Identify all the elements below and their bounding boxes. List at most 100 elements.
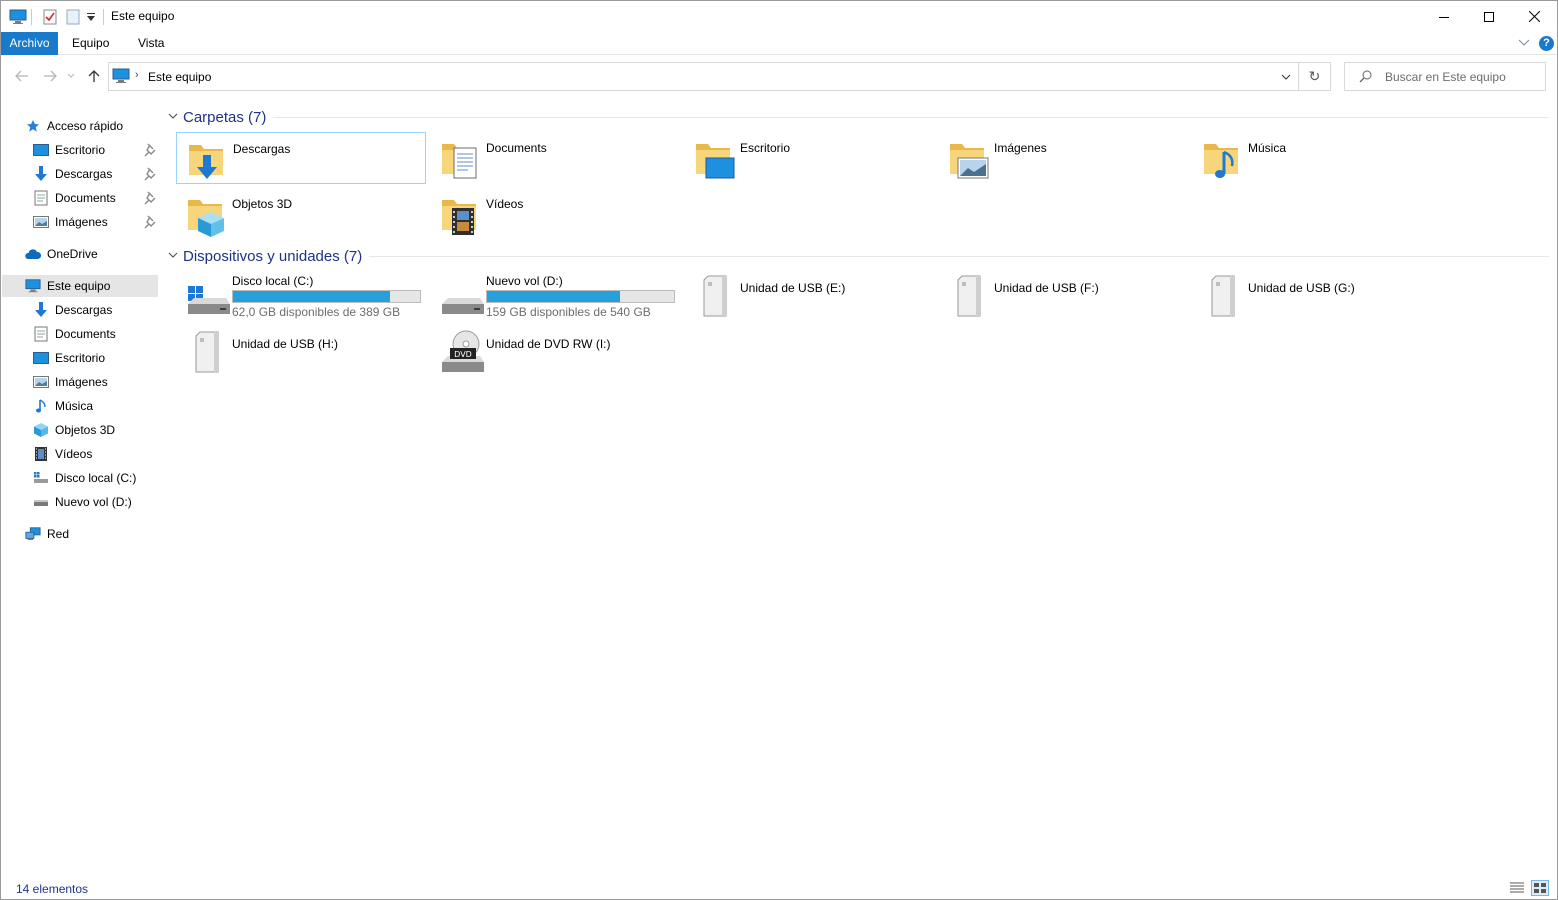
section-carpetas-header[interactable]: Carpetas (7): [168, 107, 266, 127]
forward-button[interactable]: [39, 63, 61, 89]
sidebar-item-red[interactable]: Red: [2, 523, 158, 545]
collapse-chevron-icon[interactable]: [168, 113, 178, 120]
sidebar-item-documents[interactable]: Documents: [2, 323, 158, 345]
qa-separator: [31, 9, 32, 25]
refresh-button[interactable]: ↻: [1298, 63, 1330, 90]
status-item-count: 14 elementos: [16, 882, 89, 896]
close-button[interactable]: [1511, 1, 1557, 32]
drive-tile-usb-e[interactable]: Unidad de USB (E:): [684, 268, 934, 320]
tile-label: Imágenes: [994, 141, 1047, 155]
sidebar-item-documents-quick[interactable]: Documents: [2, 187, 158, 209]
title-separator: [103, 9, 104, 25]
folder-tile-descargas[interactable]: Descargas: [176, 132, 426, 184]
minimize-button[interactable]: [1421, 1, 1467, 32]
sidebar-item-acceso-rapido[interactable]: Acceso rápido: [2, 115, 158, 137]
dvd-drive-icon: DVD: [442, 330, 484, 372]
sidebar-item-imagenes-quick[interactable]: Imágenes: [2, 211, 158, 233]
document-icon: [33, 326, 49, 342]
sidebar-label: Red: [47, 527, 70, 541]
collapse-chevron-icon[interactable]: [168, 252, 178, 259]
sidebar-label: Disco local (C:): [55, 471, 137, 485]
search-icon: [1359, 70, 1372, 86]
ribbon-tabs: Archivo Equipo Vista ?: [1, 32, 1557, 55]
tile-label: Objetos 3D: [232, 197, 293, 211]
sidebar-label: OneDrive: [47, 247, 98, 261]
sidebar-item-onedrive[interactable]: OneDrive: [2, 243, 158, 265]
sidebar-label: Música: [55, 399, 94, 413]
sidebar-item-escritorio-quick[interactable]: Escritorio: [2, 139, 158, 161]
details-view-button[interactable]: [1509, 882, 1525, 897]
pin-icon[interactable]: [144, 143, 156, 157]
usb-drive-icon: [703, 275, 727, 317]
drive-tile-usb-h[interactable]: Unidad de USB (H:): [176, 324, 426, 376]
drive-name: Unidad de USB (G:): [1248, 281, 1355, 295]
this-pc-icon: [25, 278, 41, 294]
help-icon[interactable]: ?: [1539, 36, 1554, 51]
address-dropdown-button[interactable]: [1276, 63, 1296, 90]
folder-tile-musica[interactable]: Música: [1192, 132, 1442, 184]
section-dispositivos-header[interactable]: Dispositivos y unidades (7): [168, 246, 362, 266]
hard-drive-icon: [33, 494, 49, 510]
sidebar-item-objetos-3d[interactable]: Objetos 3D: [2, 419, 158, 441]
sidebar-item-nuevo-vol-d[interactable]: Nuevo vol (D:): [2, 491, 158, 513]
folder-tile-documents[interactable]: Documents: [430, 132, 680, 184]
film-strip-icon: [33, 446, 49, 462]
drive-tile-usb-f[interactable]: Unidad de USB (F:): [938, 268, 1188, 320]
sidebar-item-disco-local-c[interactable]: Disco local (C:): [2, 467, 158, 489]
tile-label: Descargas: [233, 142, 291, 156]
back-button[interactable]: [11, 63, 33, 89]
search-input[interactable]: Buscar en Este equipo: [1344, 62, 1546, 91]
drive-tile-d[interactable]: Nuevo vol (D:) 159 GB disponibles de 540…: [430, 268, 680, 320]
pin-icon[interactable]: [144, 215, 156, 229]
window-title: Este equipo: [111, 9, 175, 23]
customize-toolbar-icon[interactable]: [87, 8, 95, 26]
this-pc-icon: [9, 8, 27, 26]
breadcrumb-este-equipo[interactable]: Este equipo: [148, 70, 211, 84]
pin-icon[interactable]: [144, 191, 156, 205]
drive-tile-c[interactable]: Disco local (C:) 62,0 GB disponibles de …: [176, 268, 426, 320]
sidebar-item-este-equipo[interactable]: Este equipo: [2, 275, 158, 297]
folder-tile-videos[interactable]: Vídeos: [430, 188, 680, 240]
up-button[interactable]: [83, 63, 105, 89]
pictures-folder-icon: [950, 144, 989, 179]
folder-tile-objetos-3d[interactable]: Objetos 3D: [176, 188, 426, 240]
drive-usage-bar: [232, 290, 421, 303]
drive-name: Unidad de USB (F:): [994, 281, 1099, 295]
sidebar-item-descargas[interactable]: Descargas: [2, 299, 158, 321]
tab-vista[interactable]: Vista: [128, 32, 174, 55]
sidebar-label: Documents: [55, 327, 116, 341]
large-icons-view-button[interactable]: [1531, 880, 1549, 896]
drive-tile-usb-g[interactable]: Unidad de USB (G:): [1192, 268, 1442, 320]
sidebar-item-descargas-quick[interactable]: Descargas: [2, 163, 158, 185]
drive-tile-dvd-i[interactable]: DVD Unidad de DVD RW (I:): [430, 324, 680, 376]
system-drive-icon: [33, 470, 49, 486]
tab-equipo[interactable]: Equipo: [62, 32, 119, 55]
tile-label: Escritorio: [740, 141, 791, 155]
address-bar[interactable]: › Este equipo ↻: [108, 62, 1331, 91]
new-folder-icon[interactable]: [66, 8, 80, 26]
tab-archivo[interactable]: Archivo: [1, 32, 58, 55]
recent-locations-button[interactable]: [63, 63, 79, 89]
folder-tile-escritorio[interactable]: Escritorio: [684, 132, 934, 184]
downloads-folder-icon: [189, 145, 223, 179]
properties-icon[interactable]: [43, 8, 57, 26]
sidebar-item-escritorio[interactable]: Escritorio: [2, 347, 158, 369]
sidebar-label: Documents: [55, 191, 116, 205]
download-arrow-icon: [33, 166, 49, 182]
section-divider: [369, 256, 1549, 257]
search-placeholder: Buscar en Este equipo: [1385, 70, 1506, 84]
sidebar-item-imagenes[interactable]: Imágenes: [2, 371, 158, 393]
pin-icon[interactable]: [144, 167, 156, 181]
tile-label: Vídeos: [486, 197, 524, 211]
expand-ribbon-icon[interactable]: [1518, 37, 1530, 51]
sidebar-label: Descargas: [55, 303, 113, 317]
sidebar-item-musica[interactable]: Música: [2, 395, 158, 417]
system-drive-icon: [188, 286, 230, 314]
drive-name: Unidad de DVD RW (I:): [486, 337, 611, 351]
desktop-icon: [33, 142, 49, 158]
document-icon: [33, 190, 49, 206]
folder-tile-imagenes[interactable]: Imágenes: [938, 132, 1188, 184]
maximize-button[interactable]: [1466, 1, 1512, 32]
breadcrumb-chevron[interactable]: ›: [135, 69, 139, 81]
sidebar-item-videos[interactable]: Vídeos: [2, 443, 158, 465]
